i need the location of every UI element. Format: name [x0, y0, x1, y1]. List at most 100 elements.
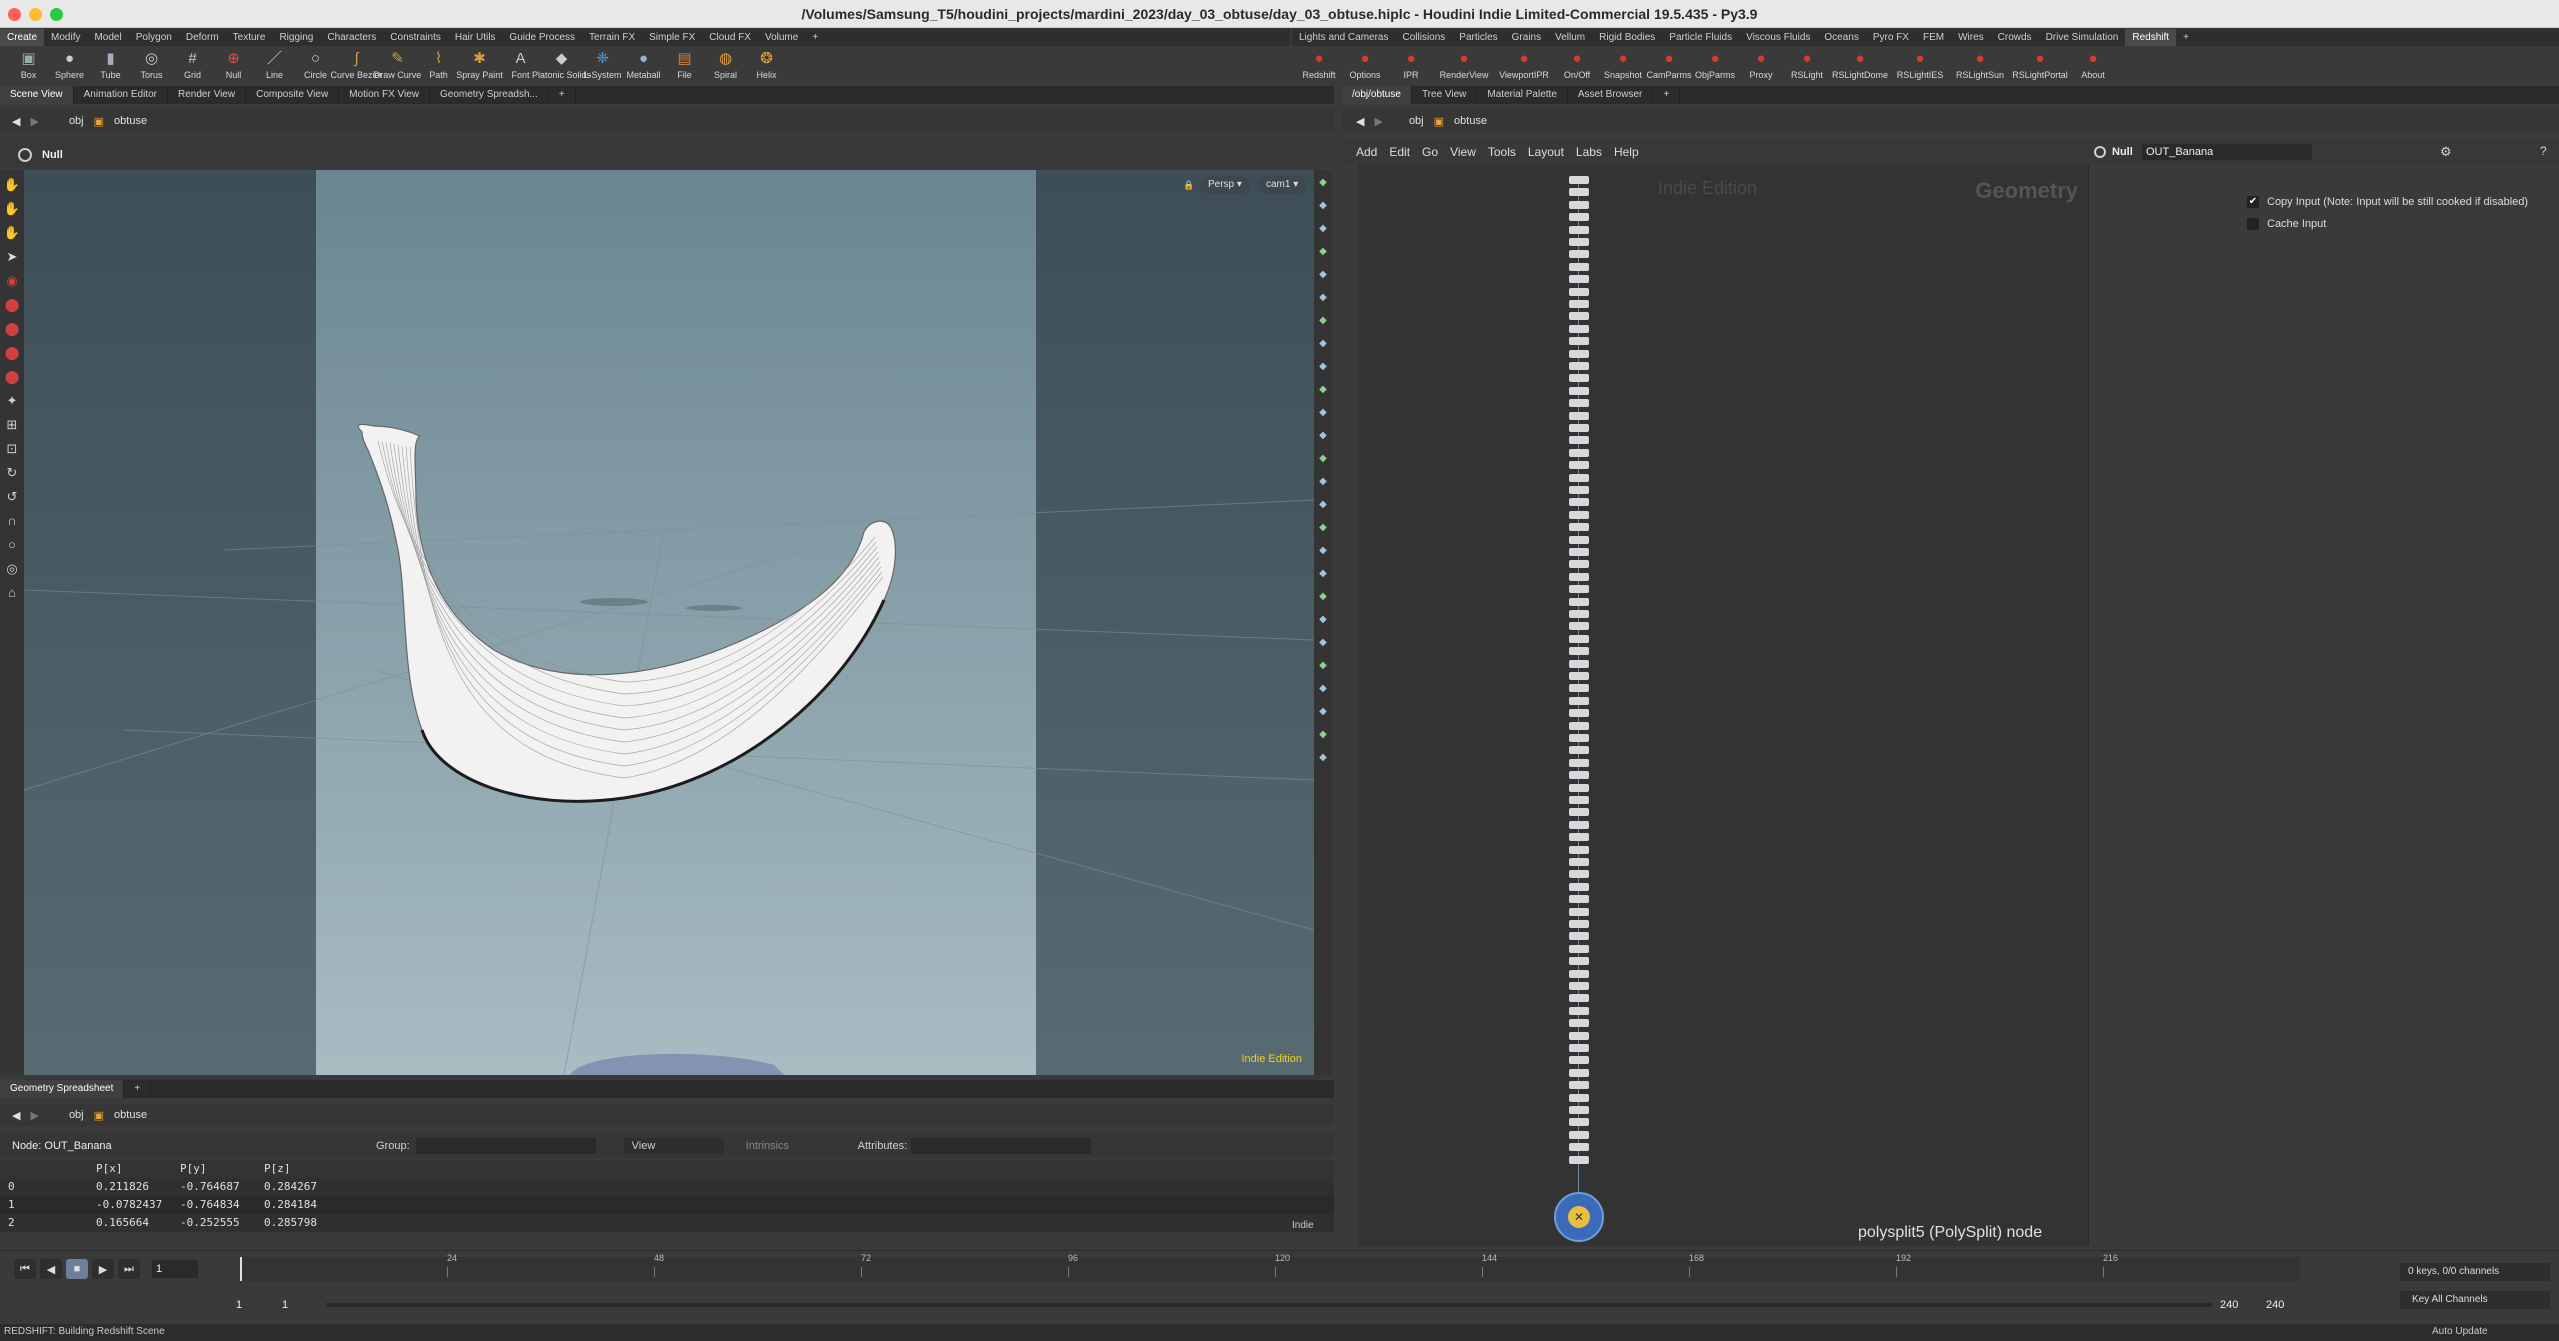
shelf-tab-crowds[interactable]: Crowds [1991, 29, 2039, 46]
menu-view[interactable]: View [1450, 145, 1476, 159]
network-node[interactable] [1569, 734, 1589, 742]
gear-icon[interactable]: ⚙ [2440, 144, 2452, 160]
network-node[interactable] [1569, 672, 1589, 680]
shelf-tool-metaball[interactable]: ● Metaball [623, 46, 664, 86]
shelf-tool-rslightsun[interactable]: ● RSLightSun [1950, 46, 2010, 86]
range-end-field[interactable]: 240 [2220, 1299, 2238, 1311]
network-node[interactable] [1569, 746, 1589, 755]
network-node[interactable] [1569, 213, 1589, 222]
shelf-tool-circle[interactable]: ○ Circle [295, 46, 336, 86]
path-obj[interactable]: obj [69, 115, 84, 127]
tab-geometry-spreadsh-[interactable]: Geometry Spreadsh... [430, 86, 549, 104]
display-option-icon[interactable]: ◆ [1316, 567, 1330, 581]
network-back-icon[interactable]: ◀ [1356, 115, 1364, 128]
network-node[interactable] [1569, 982, 1589, 990]
shelf-tab-redshift[interactable]: Redshift [2125, 29, 2177, 46]
viewport-tool-icon[interactable]: ⊡ [3, 440, 21, 458]
shelf-tab-texture[interactable]: Texture [226, 29, 273, 46]
shelf-tool-line[interactable]: ／ Line [254, 46, 295, 86]
network-node[interactable] [1569, 560, 1589, 569]
shelf-tab-particles[interactable]: Particles [1452, 29, 1504, 46]
shelf-tab-viscous-fluids[interactable]: Viscous Fluids [1739, 29, 1817, 46]
range-start2-field[interactable]: 1 [282, 1299, 288, 1311]
scene-viewport[interactable]: 🔒 Persp ▾ cam1 ▾ Indie Edition [24, 170, 1314, 1075]
column-header[interactable]: P[y] [180, 1160, 264, 1178]
network-node[interactable] [1569, 349, 1589, 358]
shelf-tool-snapshot[interactable]: ● Snapshot [1600, 46, 1646, 86]
menu-labs[interactable]: Labs [1576, 145, 1602, 159]
network-node[interactable] [1569, 225, 1589, 234]
menu-help[interactable]: Help [1614, 145, 1639, 159]
network-node[interactable] [1569, 1081, 1589, 1090]
range-end2-field[interactable]: 240 [2266, 1299, 2284, 1311]
display-option-icon[interactable]: ◆ [1316, 245, 1330, 259]
network-node[interactable] [1569, 634, 1589, 643]
shelf-tab-rigid-bodies[interactable]: Rigid Bodies [1592, 29, 1662, 46]
shelf-tool-file[interactable]: ▤ File [664, 46, 705, 86]
output-node[interactable]: ✕ [1554, 1192, 1604, 1242]
network-node[interactable] [1569, 895, 1589, 904]
viewport-tool-icon[interactable]: ✦ [3, 392, 21, 410]
network-node[interactable] [1569, 684, 1589, 693]
range-start-field[interactable]: 1 [236, 1299, 242, 1311]
add-shelf-right-icon[interactable]: + [2176, 29, 2196, 46]
network-node[interactable] [1569, 622, 1589, 631]
network-node[interactable] [1569, 585, 1589, 594]
tab-tree-view[interactable]: Tree View [1412, 86, 1478, 104]
shelf-tool-spiral[interactable]: ◍ Spiral [705, 46, 746, 86]
network-node[interactable] [1569, 721, 1589, 730]
shelf-tool-rslightdome[interactable]: ● RSLightDome [1830, 46, 1890, 86]
tab-asset-browser[interactable]: Asset Browser [1568, 86, 1654, 104]
network-node[interactable] [1569, 287, 1589, 296]
network-node[interactable] [1569, 448, 1589, 457]
shelf-tool-grid[interactable]: # Grid [172, 46, 213, 86]
forward-arrow-icon[interactable]: ▶ [30, 115, 38, 128]
shelf-tab-particle-fluids[interactable]: Particle Fluids [1662, 29, 1739, 46]
tab-scene-view[interactable]: Scene View [0, 86, 74, 104]
shelf-tab-collisions[interactable]: Collisions [1396, 29, 1453, 46]
shelf-tool-box[interactable]: ▣ Box [8, 46, 49, 86]
tab-animation-editor[interactable]: Animation Editor [74, 86, 169, 104]
network-node[interactable] [1569, 1056, 1589, 1065]
network-node[interactable] [1569, 188, 1589, 197]
network-node[interactable] [1569, 771, 1589, 780]
network-editor[interactable]: Indie Edition Geometry ✕ polysplit5 (Pol… [1358, 164, 2088, 1246]
shelf-tab-hair-utils[interactable]: Hair Utils [448, 29, 503, 46]
display-option-icon[interactable]: ◆ [1316, 268, 1330, 282]
playhead[interactable] [240, 1257, 242, 1281]
network-node[interactable] [1569, 312, 1589, 321]
menu-tools[interactable]: Tools [1488, 145, 1516, 159]
tab-motion-fx-view[interactable]: Motion FX View [339, 86, 431, 104]
shelf-tool-font[interactable]: A Font [500, 46, 541, 86]
viewport-tool-icon[interactable]: ◉ [3, 272, 21, 290]
spreadsheet-path-obtuse[interactable]: obtuse [114, 1109, 147, 1121]
view-menu[interactable]: View [623, 1138, 724, 1154]
display-option-icon[interactable]: ◆ [1316, 705, 1330, 719]
network-node[interactable] [1569, 1118, 1589, 1127]
network-node[interactable] [1569, 696, 1589, 705]
network-node[interactable] [1569, 473, 1589, 482]
network-node[interactable] [1569, 535, 1589, 544]
range-slider[interactable] [326, 1303, 2212, 1307]
shelf-tool-torus[interactable]: ◎ Torus [131, 46, 172, 86]
network-node[interactable] [1569, 324, 1589, 333]
shelf-tab-grains[interactable]: Grains [1505, 29, 1548, 46]
intrinsics-menu[interactable]: Intrinsics [746, 1140, 846, 1152]
shelf-tool-sphere[interactable]: ● Sphere [49, 46, 90, 86]
shelf-tool-objparms[interactable]: ● ObjParms [1692, 46, 1738, 86]
shelf-tool-null[interactable]: ⊕ Null [213, 46, 254, 86]
display-option-icon[interactable]: ◆ [1316, 636, 1330, 650]
network-node[interactable] [1569, 1031, 1589, 1040]
viewport-tool-icon[interactable]: ⬤ [3, 320, 21, 338]
shelf-tool-helix[interactable]: ❂ Helix [746, 46, 787, 86]
network-node[interactable] [1569, 1130, 1589, 1139]
network-node[interactable] [1569, 300, 1589, 308]
group-field[interactable] [415, 1138, 596, 1154]
shelf-tool-rslightportal[interactable]: ● RSLightPortal [2010, 46, 2070, 86]
display-option-icon[interactable]: ◆ [1316, 498, 1330, 512]
shelf-tool-proxy[interactable]: ● Proxy [1738, 46, 1784, 86]
column-header[interactable] [0, 1160, 96, 1178]
shelf-tool-path[interactable]: ⌇ Path [418, 46, 459, 86]
shelf-tool-platonic-solids[interactable]: ◆ Platonic Solids [532, 46, 591, 86]
menu-go[interactable]: Go [1422, 145, 1438, 159]
